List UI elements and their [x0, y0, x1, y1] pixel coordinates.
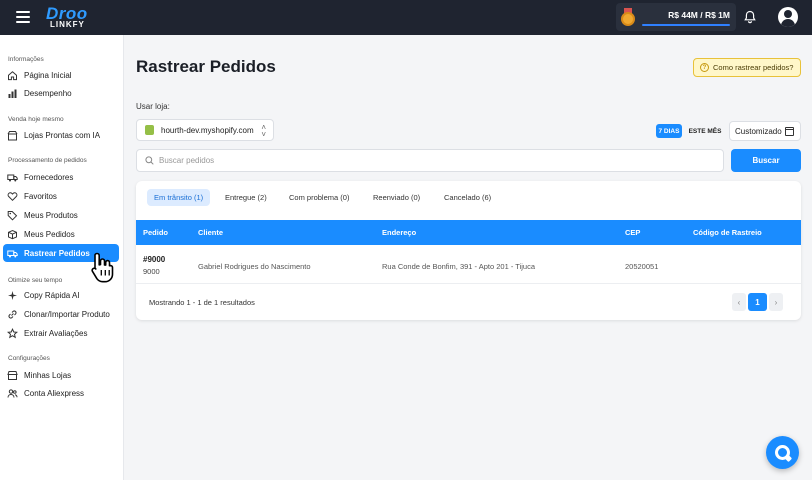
period-7-days-button[interactable]: 7 DIAS	[656, 124, 682, 138]
link-icon	[8, 310, 17, 318]
store-label: Usar loja:	[136, 102, 170, 111]
top-bar: Droo LINKFY R$ 44M / R$ 1M	[0, 0, 812, 35]
table-row[interactable]: #9000 9000 Gabriel Rodrigues do Nascimen…	[136, 245, 801, 284]
sidebar-item-label: Rastrear Pedidos	[24, 248, 90, 258]
sidebar-item-label: Extrair Avaliações	[24, 328, 88, 338]
column-header-order: Pedido	[143, 228, 169, 237]
pagination-prev-button[interactable]: ‹	[732, 293, 746, 311]
search-icon	[145, 156, 154, 165]
search-button[interactable]: Buscar	[731, 149, 801, 172]
home-icon	[8, 70, 17, 80]
sidebar-item-label: Fornecedores	[24, 172, 74, 182]
sidebar-item-label: Favoritos	[24, 191, 57, 201]
help-button[interactable]: ? Como rastrear pedidos?	[693, 58, 801, 77]
tab-in-transit[interactable]: Em trânsito (1)	[147, 189, 211, 206]
pagination-next-button[interactable]: ›	[769, 293, 783, 311]
question-icon: ?	[700, 63, 709, 72]
order-id: 9000	[143, 267, 160, 276]
sidebar-item-label: Meus Produtos	[24, 210, 78, 220]
orders-card: Em trânsito (1) Entregue (2) Com problem…	[136, 181, 801, 320]
custom-date-button[interactable]: Customizado	[729, 121, 801, 141]
section-title-optimize: Otimize seu tempo	[8, 277, 63, 284]
avatar[interactable]	[778, 7, 798, 27]
chart-bars-icon	[8, 89, 17, 98]
box-icon	[8, 229, 17, 239]
sidebar-item-label: Página Inicial	[24, 70, 72, 80]
logo[interactable]: Droo LINKFY	[46, 5, 88, 29]
sidebar-item-my-orders[interactable]: Meus Pedidos	[3, 225, 119, 243]
sidebar-item-extract-reviews[interactable]: Extrair Avaliações	[3, 324, 119, 342]
sidebar-item-label: Conta Aliexpress	[24, 388, 85, 398]
search-input[interactable]	[159, 156, 659, 165]
revenue-bar	[642, 24, 730, 26]
period-this-month-button[interactable]: ESTE MÊS	[686, 124, 724, 138]
revenue-progress[interactable]: R$ 44M / R$ 1M	[616, 3, 736, 31]
calendar-icon	[785, 127, 794, 136]
pagination-page-1[interactable]: 1	[748, 293, 767, 311]
results-summary: Mostrando 1 - 1 de 1 resultados	[149, 298, 255, 307]
chat-support-button[interactable]	[766, 436, 799, 469]
sidebar-item-label: Minhas Lojas	[24, 370, 72, 380]
sparkle-icon	[8, 290, 17, 300]
truck-icon	[7, 174, 18, 181]
custom-date-label: Customizado	[735, 126, 782, 136]
users-icon	[7, 388, 18, 398]
hand-cursor-icon	[91, 252, 114, 283]
cep: 20520051	[625, 262, 659, 271]
sidebar-item-label: Meus Pedidos	[24, 229, 75, 239]
section-title-settings: Configurações	[8, 355, 50, 362]
sidebar-item-my-products[interactable]: Meus Produtos	[3, 206, 119, 224]
order-number: #9000	[143, 255, 166, 264]
sidebar-item-ai-stores[interactable]: Lojas Prontas com IA	[3, 126, 119, 144]
tab-delivered[interactable]: Entregue (2)	[218, 189, 274, 206]
sidebar-item-copy-ai[interactable]: Copy Rápida AI	[3, 286, 119, 304]
tab-with-problem[interactable]: Com problema (0)	[282, 189, 356, 206]
tag-icon	[7, 210, 18, 221]
help-button-label: Como rastrear pedidos?	[713, 63, 794, 72]
address: Rua Conde de Bonfim, 391 - Apto 201 - Ti…	[382, 262, 536, 271]
bell-icon[interactable]	[743, 10, 757, 24]
store-ai-icon	[7, 130, 18, 140]
sidebar-item-label: Copy Rápida AI	[24, 290, 80, 300]
client-name: Gabriel Rodrigues do Nascimento	[198, 262, 311, 271]
sidebar-item-my-stores[interactable]: Minhas Lojas	[3, 366, 119, 384]
search-field[interactable]	[136, 149, 724, 172]
column-header-client: Cliente	[198, 228, 224, 237]
section-title-orders: Processamento de pedidos	[8, 157, 87, 164]
medal-icon	[620, 8, 636, 26]
star-icon	[7, 327, 18, 338]
chevron-up-down-icon: ˄ ˅	[261, 123, 266, 139]
column-header-address: Endereço	[382, 228, 417, 237]
page-title: Rastrear Pedidos	[136, 57, 276, 76]
tab-resent[interactable]: Reenviado (0)	[366, 189, 427, 206]
table-header: Pedido Cliente Endereço CEP Código de Ra…	[136, 220, 801, 245]
sidebar-item-label: Lojas Prontas com IA	[24, 130, 101, 140]
heart-icon	[7, 191, 18, 201]
sidebar-item-label: Clonar/Importar Produto	[24, 309, 110, 319]
chat-icon	[775, 445, 790, 460]
section-title-info: Informações	[8, 56, 44, 63]
revenue-text: R$ 44M / R$ 1M	[668, 10, 730, 20]
store-select-value: hourth-dev.myshopify.com	[161, 125, 254, 135]
sidebar-item-home[interactable]: Página Inicial	[3, 66, 119, 84]
tab-cancelled[interactable]: Cancelado (6)	[437, 189, 498, 206]
store-select[interactable]: hourth-dev.myshopify.com ˄ ˅	[136, 119, 274, 141]
logo-bottom: LINKFY	[50, 20, 85, 29]
section-title-sell: Venda hoje mesmo	[8, 116, 64, 123]
sidebar-item-suppliers[interactable]: Fornecedores	[3, 168, 119, 186]
menu-icon[interactable]	[16, 11, 30, 23]
store-icon	[7, 370, 18, 380]
tracking-truck-icon	[7, 250, 18, 257]
sidebar-item-performance[interactable]: Desempenho	[3, 84, 119, 102]
column-header-cep: CEP	[625, 228, 641, 237]
sidebar-item-clone-import[interactable]: Clonar/Importar Produto	[3, 305, 119, 323]
sidebar-item-aliexpress-account[interactable]: Conta Aliexpress	[3, 384, 119, 402]
sidebar-item-favorites[interactable]: Favoritos	[3, 187, 119, 205]
sidebar-item-label: Desempenho	[24, 88, 72, 98]
shopify-icon	[145, 125, 154, 135]
column-header-tracking: Código de Rastreio	[693, 228, 762, 237]
